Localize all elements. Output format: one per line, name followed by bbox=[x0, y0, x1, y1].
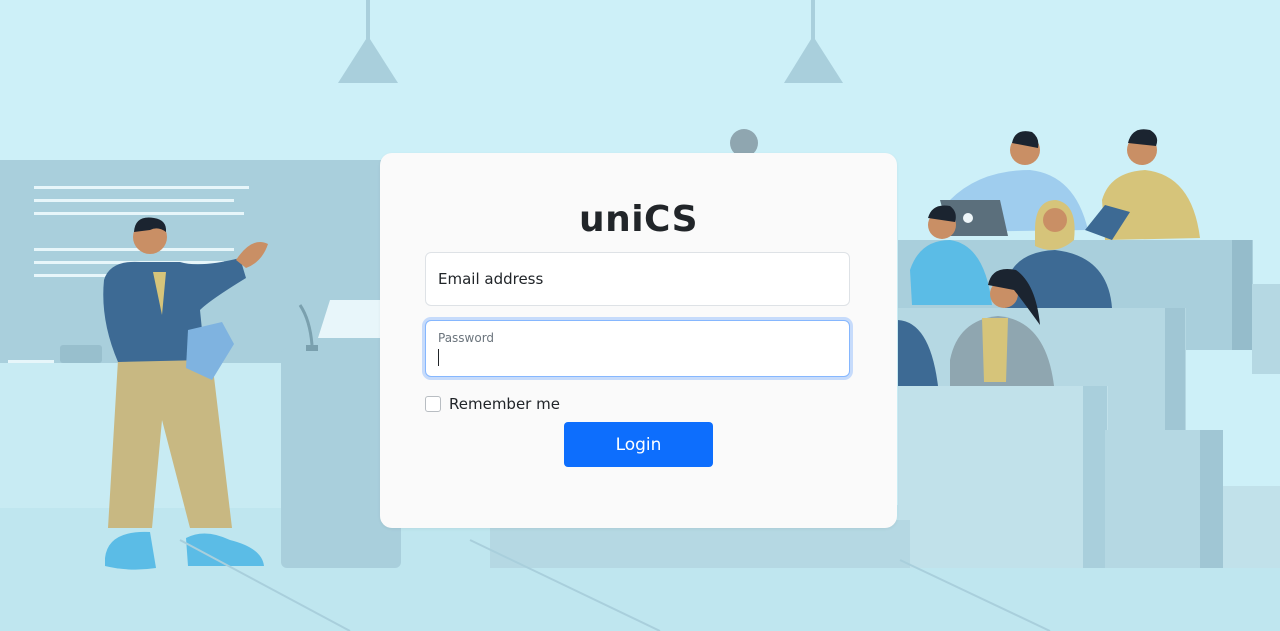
ceiling-lamp-left bbox=[338, 0, 398, 83]
login-button[interactable]: Login bbox=[564, 422, 713, 467]
ceiling-lamp-right bbox=[784, 0, 843, 83]
login-card: uniCS Email address Password Remember me… bbox=[380, 153, 897, 528]
email-placeholder: Email address bbox=[438, 270, 544, 288]
text-caret bbox=[438, 349, 439, 366]
password-field[interactable]: Password bbox=[425, 320, 850, 377]
remember-me[interactable]: Remember me bbox=[425, 395, 560, 413]
remember-label[interactable]: Remember me bbox=[449, 395, 560, 413]
email-field[interactable]: Email address bbox=[425, 252, 850, 306]
remember-checkbox[interactable] bbox=[425, 396, 441, 412]
password-label: Password bbox=[438, 331, 495, 345]
brand-title: uniCS bbox=[578, 199, 699, 240]
